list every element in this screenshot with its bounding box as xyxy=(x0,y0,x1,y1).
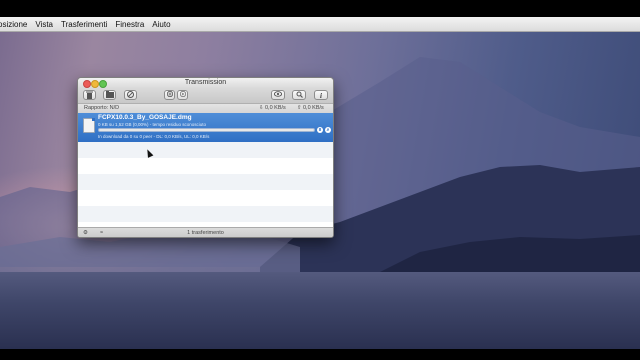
quick-look-button[interactable] xyxy=(271,90,285,100)
transfer-row[interactable]: FCPX10.0.3_By_GOSAJE.dmg 0 KB su 1,52 GB… xyxy=(78,113,333,142)
transmission-window: Transmission i Rapporto: N/D ⇩ 0,0 KB/s xyxy=(77,77,334,238)
minimize-button[interactable] xyxy=(91,80,99,88)
info-icon: i xyxy=(320,92,322,100)
ratio-label[interactable]: Rapporto: N/D xyxy=(84,104,119,113)
transfer-count: 1 trasferimento xyxy=(187,230,224,236)
remove-button[interactable] xyxy=(83,90,96,100)
filter-search-button[interactable] xyxy=(292,90,306,100)
pause-icon xyxy=(166,90,173,98)
stop-all-button[interactable] xyxy=(124,90,137,100)
menu-item-finestra[interactable]: Finestra xyxy=(115,20,144,29)
menu-item-trasferimenti[interactable]: Trasferimenti xyxy=(61,20,107,29)
empty-row xyxy=(78,206,333,222)
menu-item-posizione[interactable]: osizione xyxy=(0,20,27,29)
transfer-name: FCPX10.0.3_By_GOSAJE.dmg xyxy=(98,114,192,121)
turtle-icon[interactable]: ≈ xyxy=(100,228,103,237)
transfer-status: In download da 0 su 0 peer - DL: 0,0 KB/… xyxy=(98,134,210,139)
window-title: Transmission xyxy=(184,79,227,86)
dmg-file-icon xyxy=(83,118,95,133)
empty-row xyxy=(78,174,333,190)
menu-item-vista[interactable]: Vista xyxy=(35,20,53,29)
reveal-magnifier-icon[interactable]: ⌕ xyxy=(325,127,331,133)
download-speed: 0,0 KB/s xyxy=(265,105,286,111)
menu-item-aiuto[interactable]: Aiuto xyxy=(152,20,170,29)
transfer-detail: 0 KB su 1,52 GB (0,00%) - tempo residuo … xyxy=(98,122,207,127)
menu-bar: osizione Vista Trasferimenti Finestra Ai… xyxy=(0,17,640,32)
gear-icon[interactable]: ⚙ xyxy=(83,228,88,237)
bottom-bar: ⚙ ≈ 1 trasferimento xyxy=(78,227,333,237)
toolbar: i xyxy=(78,88,333,103)
upload-arrow-icon: ⇧ xyxy=(297,105,302,111)
lake xyxy=(0,272,640,349)
title-bar[interactable]: Transmission xyxy=(78,78,333,88)
no-entry-icon xyxy=(127,91,134,98)
magnifier-icon xyxy=(296,91,303,98)
transfer-progress-bar xyxy=(98,128,315,132)
inspector-button[interactable]: i xyxy=(314,90,328,100)
pause-transfer-icon[interactable]: ıı xyxy=(317,127,323,133)
letterbox-top xyxy=(0,0,640,17)
empty-row xyxy=(78,142,333,158)
upload-speed: 0,0 KB/s xyxy=(303,105,324,111)
letterbox-bottom xyxy=(0,349,640,360)
pause-all-button[interactable] xyxy=(164,90,175,100)
zoom-button[interactable] xyxy=(99,80,107,88)
open-torrent-button[interactable] xyxy=(103,90,116,100)
download-arrow-icon: ⇩ xyxy=(259,105,264,111)
trash-icon xyxy=(86,91,93,99)
eye-icon xyxy=(273,91,283,97)
transfer-list: FCPX10.0.3_By_GOSAJE.dmg 0 KB su 1,52 GB… xyxy=(78,113,333,227)
resume-icon xyxy=(179,90,186,98)
resume-all-button[interactable] xyxy=(177,90,188,100)
folder-icon xyxy=(105,91,114,98)
close-button[interactable] xyxy=(83,80,91,88)
